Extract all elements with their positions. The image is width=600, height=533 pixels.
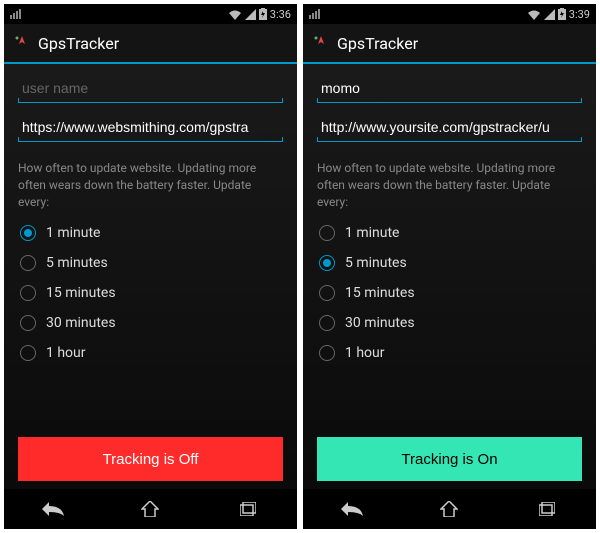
interval-option[interactable]: 1 minute — [317, 220, 582, 246]
username-field-wrap — [317, 74, 582, 103]
username-input[interactable] — [317, 74, 582, 103]
phone-screen-right: 3:39 GpsTracker How often to update webs… — [303, 4, 596, 529]
radio-label: 15 minutes — [46, 285, 116, 301]
status-right: 3:39 — [527, 8, 590, 21]
interval-option[interactable]: 5 minutes — [317, 250, 582, 276]
nav-bar — [4, 489, 297, 529]
recents-button[interactable] — [218, 495, 278, 523]
interval-option[interactable]: 1 hour — [317, 340, 582, 366]
radio-icon — [20, 315, 36, 331]
content-area: How often to update website. Updating mo… — [4, 64, 297, 489]
recents-button[interactable] — [517, 495, 577, 523]
radio-label: 15 minutes — [345, 285, 415, 301]
interval-option[interactable]: 5 minutes — [18, 250, 283, 276]
radio-label: 1 hour — [345, 345, 385, 361]
app-icon — [311, 33, 331, 53]
radio-icon — [319, 255, 335, 271]
radio-icon — [20, 285, 36, 301]
interval-option[interactable]: 1 minute — [18, 220, 283, 246]
interval-option[interactable]: 15 minutes — [18, 280, 283, 306]
status-bar: 3:39 — [303, 4, 596, 24]
back-button[interactable] — [322, 495, 382, 523]
wifi-icon — [527, 9, 541, 20]
radio-icon — [20, 225, 36, 241]
home-button[interactable] — [419, 495, 479, 523]
wifi-icon — [228, 9, 242, 20]
radio-icon — [319, 285, 335, 301]
radio-label: 1 hour — [46, 345, 86, 361]
radio-label: 1 minute — [46, 225, 100, 241]
interval-radio-group: 1 minute 5 minutes 15 minutes 30 minutes 1 h… — [18, 220, 283, 366]
radio-label: 30 minutes — [46, 315, 116, 331]
status-bar: 3:36 — [4, 4, 297, 24]
help-text: How often to update website. Updating mo… — [18, 160, 283, 210]
battery-icon — [558, 8, 566, 20]
cell-icon — [544, 9, 555, 20]
nav-bar — [303, 489, 596, 529]
battery-icon — [259, 8, 267, 20]
interval-radio-group: 1 minute 5 minutes 15 minutes 30 minutes 1 h… — [317, 220, 582, 366]
status-left — [10, 9, 21, 19]
radio-icon — [20, 255, 36, 271]
interval-option[interactable]: 1 hour — [18, 340, 283, 366]
tracking-toggle-button[interactable]: Tracking is On — [317, 437, 582, 481]
app-title: GpsTracker — [38, 34, 119, 53]
signal-icon — [309, 9, 320, 19]
url-input[interactable] — [18, 113, 283, 142]
app-title: GpsTracker — [337, 34, 418, 53]
status-left — [309, 9, 320, 19]
cell-icon — [245, 9, 256, 20]
phone-screen-left: 3:36 GpsTracker How often to update webs… — [4, 4, 297, 529]
status-right: 3:36 — [228, 8, 291, 21]
username-field-wrap — [18, 74, 283, 103]
radio-label: 5 minutes — [345, 255, 407, 271]
url-field-wrap — [317, 113, 582, 142]
clock: 3:39 — [569, 8, 590, 21]
app-bar: GpsTracker — [4, 24, 297, 64]
radio-icon — [319, 225, 335, 241]
back-button[interactable] — [23, 495, 83, 523]
url-field-wrap — [18, 113, 283, 142]
help-text: How often to update website. Updating mo… — [317, 160, 582, 210]
app-icon — [12, 33, 32, 53]
home-button[interactable] — [120, 495, 180, 523]
signal-icon — [10, 9, 21, 19]
interval-option[interactable]: 30 minutes — [317, 310, 582, 336]
interval-option[interactable]: 30 minutes — [18, 310, 283, 336]
radio-label: 30 minutes — [345, 315, 415, 331]
content-area: How often to update website. Updating mo… — [303, 64, 596, 489]
interval-option[interactable]: 15 minutes — [317, 280, 582, 306]
radio-label: 5 minutes — [46, 255, 108, 271]
tracking-toggle-button[interactable]: Tracking is Off — [18, 437, 283, 481]
radio-icon — [319, 315, 335, 331]
radio-icon — [20, 345, 36, 361]
clock: 3:36 — [270, 8, 291, 21]
app-bar: GpsTracker — [303, 24, 596, 64]
radio-label: 1 minute — [345, 225, 399, 241]
radio-icon — [319, 345, 335, 361]
url-input[interactable] — [317, 113, 582, 142]
username-input[interactable] — [18, 74, 283, 103]
